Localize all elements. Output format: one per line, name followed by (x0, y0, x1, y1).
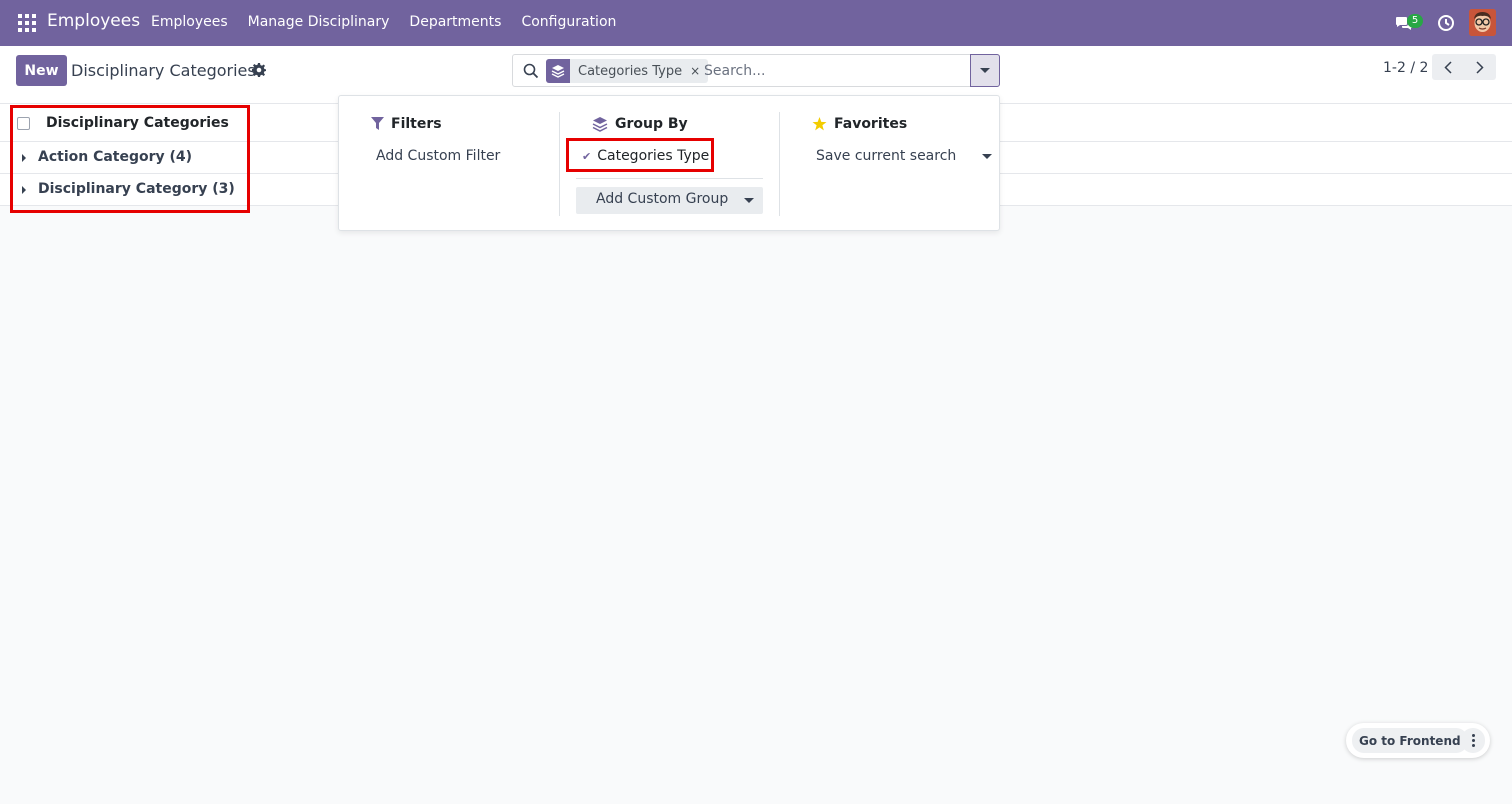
search-bar: Categories Type × (512, 54, 1000, 87)
messages-badge: 5 (1407, 13, 1423, 28)
group-by-title-label: Group By (615, 116, 688, 132)
search-facet: Categories Type × (546, 59, 709, 83)
favorites-title-label: Favorites (834, 116, 908, 132)
main-menu: Employees Manage Disciplinary Department… (151, 14, 636, 30)
menu-item-manage-disciplinary[interactable]: Manage Disciplinary (248, 14, 390, 30)
gear-icon[interactable] (252, 63, 266, 77)
caret-right-icon (22, 186, 26, 194)
select-all-checkbox[interactable] (17, 117, 30, 130)
pager-next-button[interactable] (1464, 54, 1496, 80)
kebab-menu-icon[interactable] (1461, 728, 1485, 753)
app-grid-icon[interactable] (18, 14, 36, 32)
star-icon (812, 117, 827, 131)
caret-right-icon (22, 154, 26, 162)
save-current-search[interactable]: Save current search (816, 148, 993, 164)
add-custom-filter[interactable]: Add Custom Filter (376, 148, 500, 164)
pager-previous-button[interactable] (1432, 54, 1464, 80)
group-by-title: Group By (592, 116, 688, 132)
search-input[interactable] (704, 60, 964, 82)
favorites-column: Favorites Save current search (779, 112, 999, 216)
layers-icon (592, 117, 608, 132)
save-current-search-label: Save current search (816, 148, 957, 164)
caret-down-icon (744, 198, 754, 203)
caret-down-icon (982, 153, 993, 159)
group-label: Disciplinary Category (3) (38, 181, 235, 197)
activity-clock-icon[interactable] (1437, 14, 1455, 32)
group-label: Action Category (4) (38, 149, 193, 165)
chevron-right-icon (1476, 60, 1484, 74)
new-button[interactable]: New (16, 55, 67, 86)
filters-title: Filters (371, 116, 442, 132)
search-options-toggle[interactable] (970, 54, 1000, 87)
page-title: Disciplinary Categories (71, 61, 256, 80)
messages-icon[interactable]: 5 (1395, 12, 1423, 34)
top-navbar: Employees Employees Manage Disciplinary … (0, 0, 1512, 46)
menu-item-employees[interactable]: Employees (151, 14, 228, 30)
menu-item-departments[interactable]: Departments (409, 14, 501, 30)
layers-icon (546, 59, 570, 83)
user-avatar[interactable] (1469, 9, 1496, 36)
facet-label: Categories Type (578, 63, 683, 79)
navbar-systray: 5 (1395, 9, 1496, 36)
group-by-option-categories-type[interactable]: ✔ Categories Type (582, 148, 709, 164)
favorites-title: Favorites (812, 116, 907, 132)
app-title[interactable]: Employees (47, 11, 140, 31)
add-custom-group-label: Add Custom Group (596, 191, 729, 207)
go-to-frontend-button[interactable]: Go to Frontend (1352, 728, 1468, 753)
group-by-option-label: Categories Type (597, 148, 710, 164)
filters-title-label: Filters (391, 116, 442, 132)
filters-column: Filters Add Custom Filter (339, 96, 559, 232)
filter-icon (371, 117, 384, 130)
group-by-column: Group By ✔ Categories Type Add Custom Gr… (559, 112, 779, 216)
divider (576, 178, 763, 179)
check-icon: ✔ (582, 149, 592, 163)
pager-value[interactable]: 1-2 / 2 (1383, 60, 1428, 76)
caret-down-icon (980, 68, 990, 73)
search-options-dropdown: Filters Add Custom Filter Group By ✔ Cat… (338, 95, 1000, 231)
frontend-widget: Go to Frontend (1346, 723, 1490, 758)
chevron-left-icon (1444, 60, 1452, 74)
search-icon (523, 63, 539, 79)
column-header-disciplinary-categories[interactable]: Disciplinary Categories (46, 115, 229, 131)
menu-item-configuration[interactable]: Configuration (521, 14, 616, 30)
add-custom-group-select[interactable]: Add Custom Group (576, 187, 763, 214)
